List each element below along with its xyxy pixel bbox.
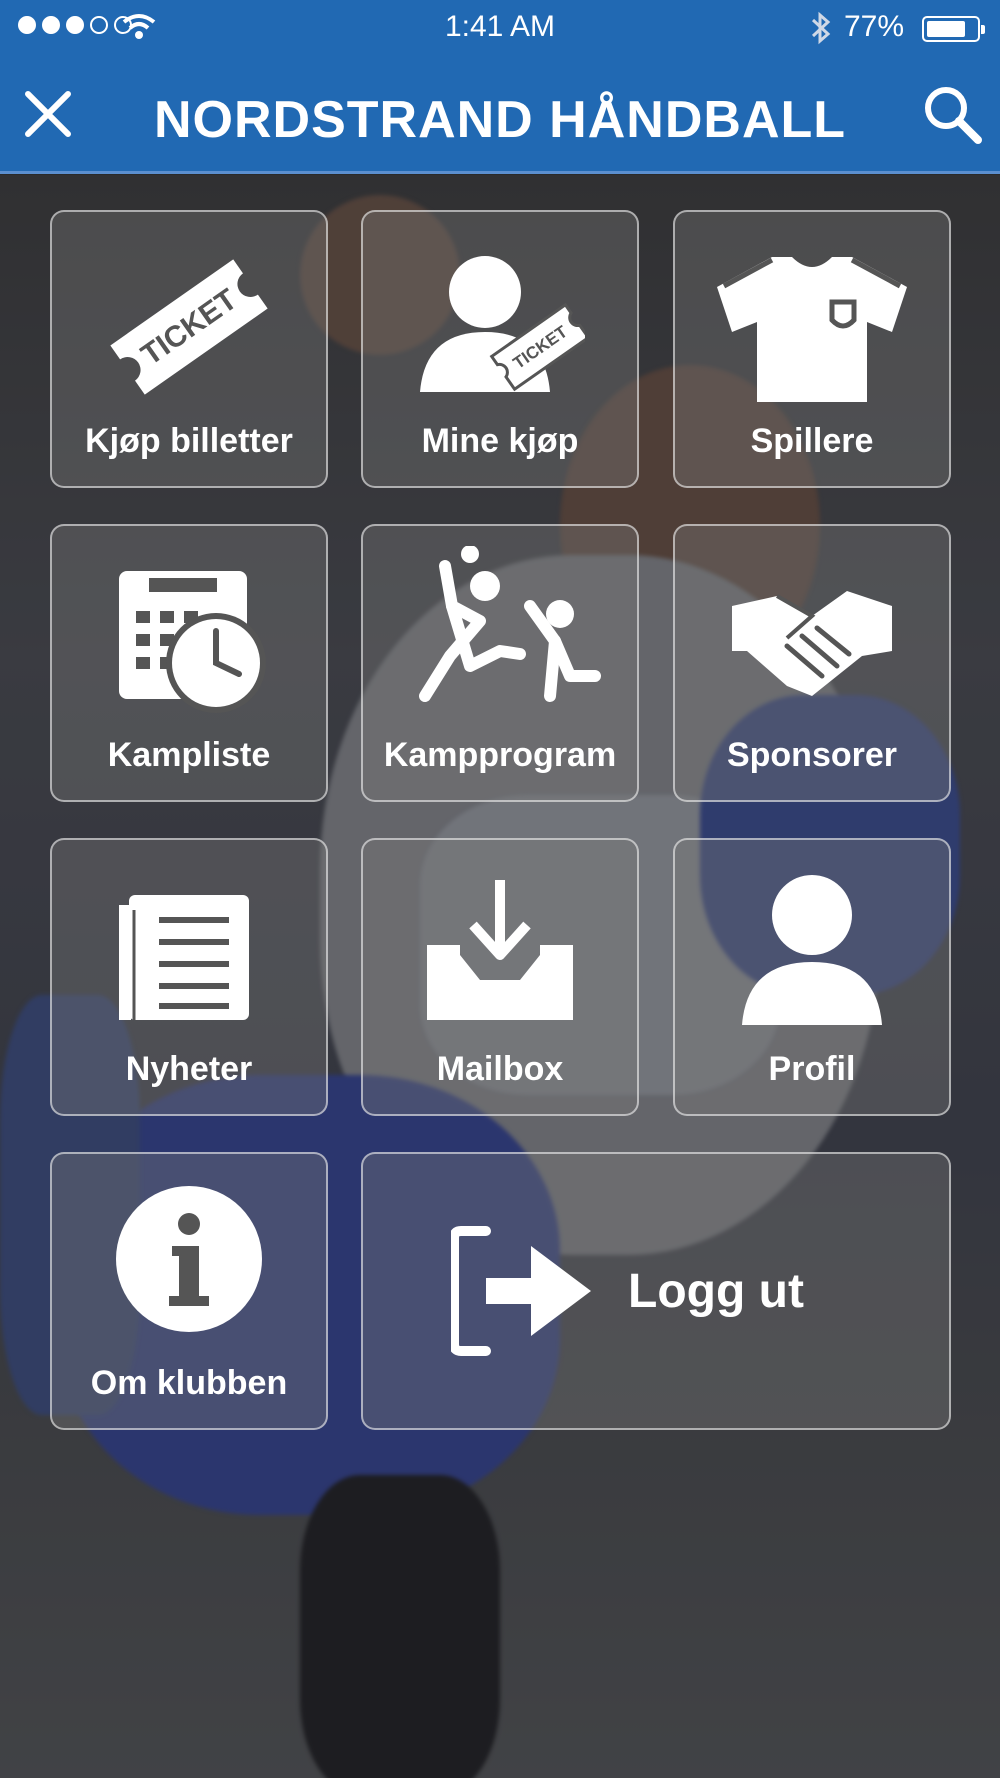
- menu-tile-news[interactable]: Nyheter: [50, 838, 328, 1116]
- handshake-icon: [732, 591, 892, 696]
- menu-label-match-program: Kampprogram: [383, 736, 617, 774]
- menu-tile-profile[interactable]: Profil: [673, 838, 951, 1116]
- menu-label-sponsors: Sponsorer: [726, 736, 898, 774]
- battery-icon: [922, 16, 985, 42]
- menu-label-buy-tickets: Kjøp billetter: [85, 422, 293, 460]
- bluetooth-icon: [811, 11, 831, 45]
- menu-label-news: Nyheter: [125, 1050, 253, 1088]
- status-bar: 1:41 AM 77%: [0, 0, 1000, 56]
- menu-label-profile: Profil: [768, 1050, 856, 1088]
- menu-label-players: Spillere: [750, 422, 874, 460]
- search-icon[interactable]: [920, 82, 984, 146]
- menu-tile-sponsors[interactable]: Sponsorer: [673, 524, 951, 802]
- menu-label-about-club: Om klubben: [90, 1364, 288, 1402]
- menu-tile-match-list[interactable]: Kampliste: [50, 524, 328, 802]
- user-ticket-icon: TICKET: [420, 256, 585, 392]
- newspaper-icon: [119, 895, 249, 1020]
- handball-players-icon: [419, 546, 601, 702]
- menu-label-my-purchases: Mine kjøp: [421, 422, 579, 460]
- logout-icon: [451, 1226, 591, 1356]
- logout-label: Logg ut: [628, 1265, 804, 1318]
- menu-label-match-list: Kampliste: [107, 736, 271, 774]
- ticket-icon: TICKET: [110, 259, 268, 395]
- menu-label-mailbox: Mailbox: [436, 1050, 564, 1088]
- menu-tile-players[interactable]: Spillere: [673, 210, 951, 488]
- page-title: NORDSTRAND HÅNDBALL: [153, 91, 847, 149]
- navigation-bar: NORDSTRAND HÅNDBALL: [0, 56, 1000, 174]
- menu-tile-about-club[interactable]: Om klubben: [50, 1152, 328, 1430]
- menu-tile-buy-tickets[interactable]: TICKET Kjøp billetter: [50, 210, 328, 488]
- menu-tile-my-purchases[interactable]: TICKET Mine kjøp: [361, 210, 639, 488]
- menu-tile-match-program[interactable]: Kampprogram: [361, 524, 639, 802]
- battery-percentage: 77%: [844, 10, 905, 43]
- shirt-icon: [717, 257, 907, 402]
- calendar-clock-icon: [119, 571, 266, 713]
- inbox-download-icon: [427, 880, 573, 1020]
- user-icon: [742, 875, 882, 1025]
- logout-button[interactable]: Logg ut: [361, 1152, 951, 1430]
- menu-tile-mailbox[interactable]: Mailbox: [361, 838, 639, 1116]
- info-icon: [116, 1186, 262, 1332]
